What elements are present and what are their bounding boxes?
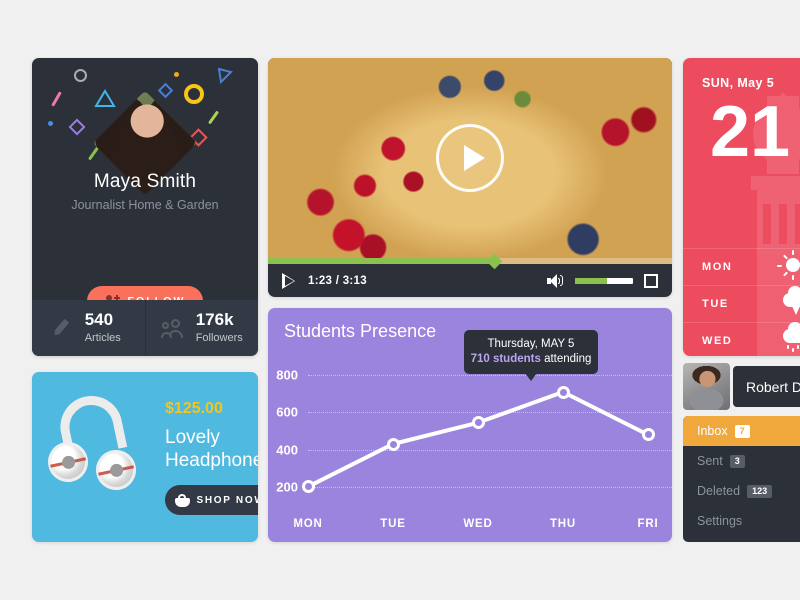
forecast-day-label: TUE <box>702 298 729 310</box>
weather-date: SUN, May 5 <box>702 76 775 90</box>
students-presence-chart-card: Students Presence 200 400 600 800 MON TUE WED… <box>268 308 672 542</box>
mail-navigation: Inbox 7 Sent 3 Deleted 123 Settings <box>683 416 800 542</box>
mail-item-deleted[interactable]: Deleted 123 <box>683 476 800 506</box>
fullscreen-icon[interactable] <box>644 273 658 288</box>
product-title-line1: Lovely <box>165 427 220 448</box>
product-title: Lovely Headphones <box>165 426 258 472</box>
decor-dot-blue <box>48 121 53 126</box>
decor-diamond-purple <box>68 118 86 136</box>
cloud-rain-icon <box>781 322 800 354</box>
status-badge: 3 <box>729 454 745 468</box>
volume-slider[interactable] <box>575 277 633 284</box>
chart-y-tick: 400 <box>276 442 298 458</box>
contact-avatar <box>683 363 730 410</box>
articles-label: Articles <box>84 331 121 344</box>
forecast-row-wed[interactable]: WED <box>683 322 800 356</box>
weather-card: SUN, May 5 21 ° MONTUEWEDTHU <box>683 58 800 356</box>
chart-x-tick: WED <box>463 518 493 530</box>
chart-data-point[interactable] <box>471 416 485 430</box>
followers-count: 176k <box>195 309 234 329</box>
dashboard-ui: Maya Smith Journalist Home & Garden FOLL… <box>0 0 800 600</box>
mail-item-label: Deleted <box>697 484 741 498</box>
profile-role: Journalist Home & Garden <box>71 198 219 212</box>
chart-data-point[interactable] <box>641 428 655 442</box>
mail-item-inbox[interactable]: Inbox 7 <box>683 416 800 446</box>
speaker-icon[interactable] <box>547 273 564 288</box>
play-circle-icon[interactable] <box>436 124 504 192</box>
chart-x-tick: THU <box>549 518 577 530</box>
contact-row[interactable]: Robert Down <box>683 363 800 410</box>
video-player-card: 1:23 / 3:13 <box>268 58 672 297</box>
product-card: $125.00 Lovely Headphones SHOP NOW <box>32 372 258 542</box>
chart-title: Students Presence <box>284 321 437 341</box>
forecast-day-label: WED <box>702 335 733 347</box>
followers-label: Followers <box>195 331 243 344</box>
chart-data-point[interactable] <box>386 437 400 451</box>
decor-diamond-blue <box>157 82 174 99</box>
chart-y-tick: 800 <box>276 367 298 383</box>
forecast-row-mon[interactable]: MON <box>683 248 800 285</box>
chart-x-tick: FRI <box>637 518 659 530</box>
profile-stats: 540 Articles 176k Followers <box>32 300 258 356</box>
stat-followers[interactable]: 176k Followers <box>144 300 259 356</box>
shop-now-button[interactable]: SHOP NOW <box>165 485 258 515</box>
status-badge: 123 <box>747 484 773 498</box>
video-time: 1:23 / 3:13 <box>308 274 367 287</box>
articles-count: 540 <box>84 309 114 329</box>
chart-plot-area: 200 400 600 800 MON TUE WED THU FRI <box>276 366 672 530</box>
decor-line-pink <box>51 91 62 107</box>
decor-line-lime <box>207 110 220 125</box>
chart-data-point[interactable] <box>556 385 570 399</box>
forecast-day-label: MON <box>702 261 733 273</box>
chart-tooltip: Thursday, MAY 5 710 students attending <box>464 330 598 381</box>
decor-triangle-cyan <box>94 89 116 107</box>
chart-y-tick: 200 <box>276 479 298 495</box>
headphones-image <box>44 390 144 504</box>
mail-item-settings[interactable]: Settings <box>683 506 800 536</box>
page-title: Maya Smith <box>93 171 197 192</box>
video-thumbnail[interactable] <box>268 58 672 264</box>
mail-item-label: Sent <box>697 454 723 468</box>
stat-articles[interactable]: 540 Articles <box>32 300 145 356</box>
forecast-row-tue[interactable]: TUE <box>683 285 800 322</box>
product-title-line2: Headphones <box>165 450 258 472</box>
chart-y-tick: 600 <box>276 404 298 420</box>
video-controls: 1:23 / 3:13 <box>268 264 672 297</box>
tooltip-count: 710 students <box>470 353 541 365</box>
chart-x-tick: MON <box>293 518 323 530</box>
weather-temperature: 21 <box>710 92 791 172</box>
decor-circle-gray <box>74 69 87 82</box>
contact-name: Robert Down <box>746 378 800 395</box>
mail-item-label: Inbox <box>697 424 728 438</box>
chart-line <box>306 390 650 489</box>
status-badge: 7 <box>734 424 750 438</box>
play-icon[interactable] <box>282 272 295 289</box>
shop-now-label: SHOP NOW <box>196 494 259 506</box>
mail-item-sent[interactable]: Sent 3 <box>683 446 800 476</box>
tooltip-date: Thursday, MAY 5 <box>487 338 575 350</box>
cloud-lightning-icon <box>781 286 800 317</box>
shopping-basket-icon <box>174 493 190 507</box>
profile-card: Maya Smith Journalist Home & Garden FOLL… <box>32 58 258 356</box>
tooltip-suffix: attending <box>540 353 592 365</box>
contact-name-bubble: Robert Down <box>733 366 800 407</box>
mail-item-label: Settings <box>697 514 743 528</box>
product-price: $125.00 <box>165 400 223 417</box>
chart-x-tick: TUE <box>380 518 406 530</box>
decor-circle-yellow <box>184 84 204 104</box>
sun-icon <box>777 250 800 280</box>
chart-data-point[interactable] <box>301 480 315 494</box>
people-icon <box>160 319 187 338</box>
pencil-icon <box>54 318 76 338</box>
decor-dot-orange <box>174 72 179 77</box>
